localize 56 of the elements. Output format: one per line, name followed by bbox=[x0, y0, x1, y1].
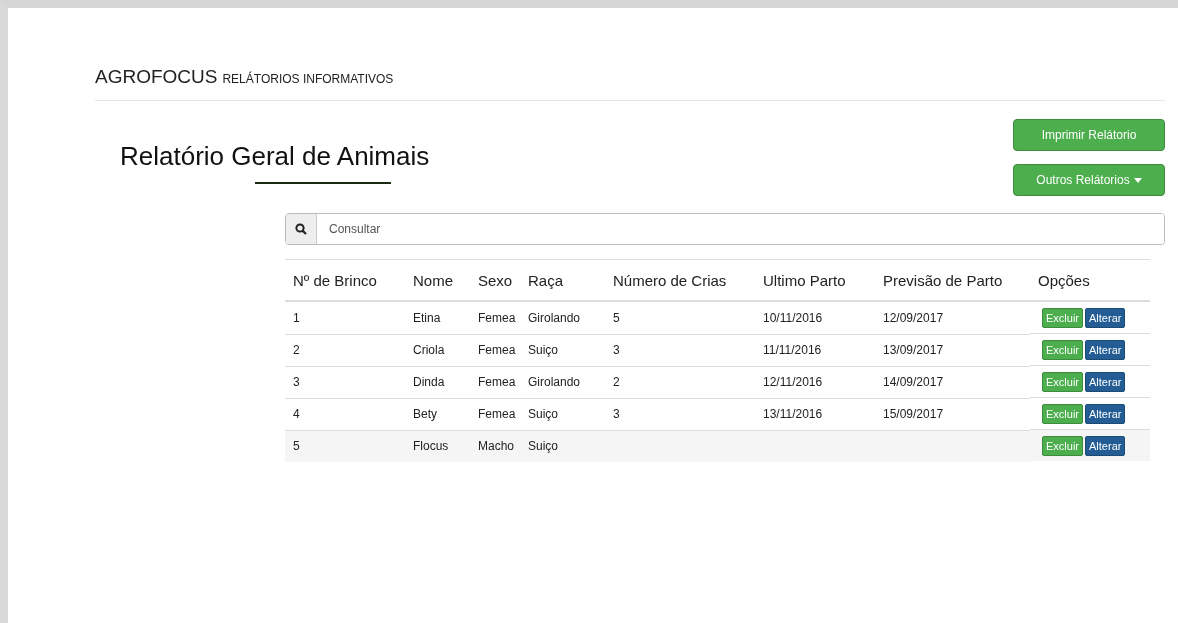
table-cell: Suiço bbox=[528, 439, 559, 453]
edit-button[interactable]: Alterar bbox=[1085, 307, 1126, 328]
table-cell: Femea bbox=[478, 343, 516, 357]
table-cell: Criola bbox=[413, 343, 445, 357]
table-cell: 5 bbox=[293, 439, 300, 453]
table-row[interactable]: 4 Bety Femea Suiço 3 13/11/2016 15/09/2017 Excluir Alterar bbox=[285, 398, 1150, 430]
table-cell: 14/09/2017 bbox=[883, 375, 944, 389]
search-icon bbox=[295, 223, 307, 235]
page-title: Relatório Geral de Animais bbox=[120, 141, 430, 172]
table-row[interactable]: 1 Etina Femea Girolando 5 10/11/2016 12/09/2017 Excluir Alterar bbox=[285, 301, 1150, 334]
table-cell: 12/09/2017 bbox=[883, 310, 944, 325]
column-header: Ultimo Parto bbox=[755, 259, 875, 301]
edit-button[interactable]: Alterar bbox=[1085, 435, 1126, 456]
table-row[interactable]: 5 Flocus Macho Suiço Excluir Alterar bbox=[285, 430, 1150, 462]
table-cell: 12/11/2016 bbox=[763, 375, 823, 389]
table-row[interactable]: 3 Dinda Femea Girolando 2 12/11/2016 14/09/2017 Excluir Alterar bbox=[285, 366, 1150, 398]
table-row[interactable]: 2 Criola Femea Suiço 3 11/11/2016 13/09/2017 Excluir Alterar bbox=[285, 334, 1150, 366]
table-cell: Femea bbox=[478, 375, 516, 389]
table-cell: Etina bbox=[413, 310, 441, 325]
edit-button[interactable]: Alterar bbox=[1085, 339, 1126, 360]
edit-button[interactable]: Alterar bbox=[1085, 403, 1126, 424]
table-cell: 13/09/2017 bbox=[883, 343, 944, 357]
table-cell: Macho bbox=[478, 439, 515, 453]
column-header: Sexo bbox=[470, 259, 520, 301]
column-header: Número de Crias bbox=[605, 259, 755, 301]
table-cell: 15/09/2017 bbox=[883, 407, 944, 421]
header-subtitle: RELÁTORIOS INFORMATIVOS bbox=[222, 72, 394, 86]
table-cell: 3 bbox=[613, 407, 620, 421]
caret-icon bbox=[1133, 177, 1142, 183]
search-field[interactable]: Consultar bbox=[285, 213, 1165, 245]
table-cell: Girolando bbox=[528, 375, 581, 389]
table-cell: Dinda bbox=[413, 375, 445, 389]
column-header: Opções bbox=[1030, 259, 1150, 301]
table-cell: 3 bbox=[613, 343, 620, 357]
table-cell: 1 bbox=[293, 310, 300, 325]
table-cell: 2 bbox=[613, 375, 620, 389]
table-cell: Girolando bbox=[528, 310, 581, 325]
column-header: Previsão de Parto bbox=[875, 259, 1030, 301]
brand-name: AGROFOCUS bbox=[95, 66, 218, 88]
table-cell: Femea bbox=[478, 310, 516, 325]
table-cell: Flocus bbox=[413, 439, 449, 453]
edit-button[interactable]: Alterar bbox=[1085, 371, 1126, 392]
table-cell: 10/11/2016 bbox=[763, 310, 823, 325]
table-cell: Bety bbox=[413, 407, 437, 421]
table-cell: 11/11/2016 bbox=[763, 343, 822, 357]
table-cell: 5 bbox=[613, 310, 620, 325]
column-header: Nº de Brinco bbox=[285, 259, 405, 301]
table-cell: Suiço bbox=[528, 343, 559, 357]
table-cell: 4 bbox=[293, 407, 300, 421]
table-cell: Femea bbox=[478, 407, 516, 421]
table-cell: 3 bbox=[293, 375, 300, 389]
table-cell: 2 bbox=[293, 343, 300, 357]
column-header: Raça bbox=[520, 259, 605, 301]
table-cell: Suiço bbox=[528, 407, 559, 421]
column-header: Nome bbox=[405, 259, 470, 301]
table-cell: 13/11/2016 bbox=[763, 407, 823, 421]
